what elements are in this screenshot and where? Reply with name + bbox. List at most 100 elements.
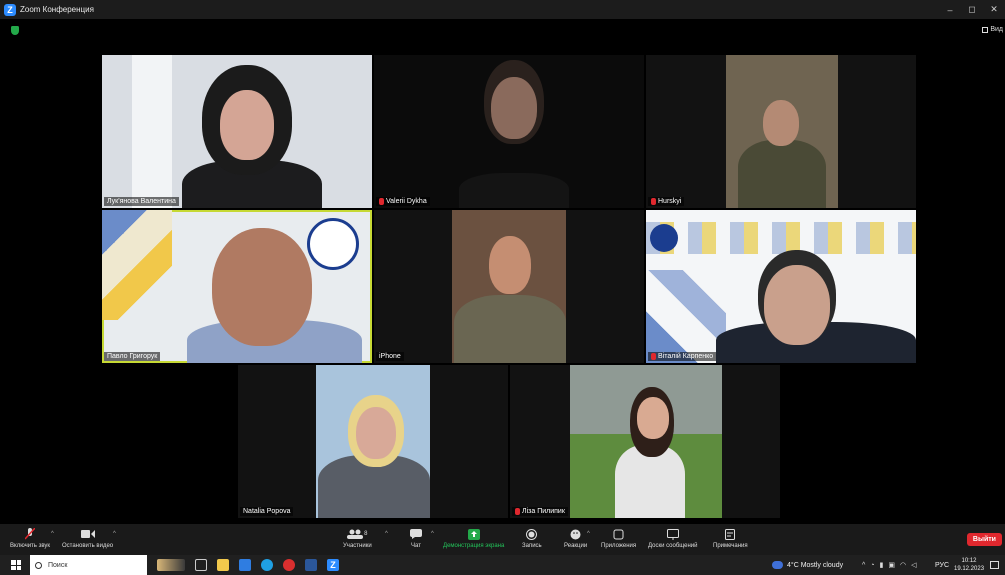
view-button[interactable]: Вид [982, 26, 1003, 33]
smiley-icon [570, 529, 581, 539]
notification-bubble-icon [990, 561, 999, 569]
share-screen-label: Демонстрация экрана [443, 543, 505, 549]
person-face [356, 407, 396, 459]
volume-icon[interactable]: ◁ [911, 561, 916, 569]
weather-text: 4°C Mostly cloudy [787, 561, 844, 569]
participants-label: Участники [343, 543, 372, 549]
unmute-label: Включить звук [10, 543, 51, 549]
word-icon[interactable] [305, 559, 317, 571]
encryption-shield-icon[interactable] [11, 26, 19, 35]
language-label: РУС [935, 561, 950, 569]
file-explorer-icon[interactable] [217, 559, 229, 571]
person-face [220, 90, 274, 160]
stop-video-label: Остановить видео [62, 543, 114, 549]
reactions-options-caret[interactable]: ^ [587, 531, 590, 537]
leave-button[interactable]: Выйти [966, 533, 1002, 546]
clock[interactable]: 10:12 19.12.2023 [954, 555, 984, 575]
banner-pattern [646, 222, 916, 254]
person-face [489, 236, 531, 294]
opera-browser-icon[interactable] [283, 559, 295, 571]
triangle-pattern [102, 210, 172, 320]
windows-start-icon[interactable] [11, 560, 21, 570]
weather-widget[interactable]: 4°C Mostly cloudy [772, 555, 843, 575]
video-tile[interactable]: Valerii Dykha [374, 55, 644, 208]
video-tile[interactable]: iPhone [374, 210, 644, 363]
search-icon [35, 561, 42, 569]
person-face [764, 265, 830, 345]
mail-icon[interactable] [239, 559, 251, 571]
battery-icon[interactable]: ▮ [880, 561, 884, 569]
zoom-taskbar-icon[interactable]: Z [327, 559, 339, 571]
clock-time: 10:12 [961, 558, 977, 564]
tray-expand-icon[interactable]: ^ [862, 562, 865, 569]
person-face [763, 100, 799, 146]
participant-name: Віталій Карпенко [648, 352, 717, 361]
participants-button[interactable]: 8 Участники [343, 528, 372, 549]
mic-muted-icon [651, 353, 656, 360]
taskbar-search[interactable]: Поиск [30, 555, 147, 575]
language-indicator[interactable]: РУС [935, 555, 949, 575]
participant-name: Hurskyi [648, 197, 685, 206]
grid-icon [982, 26, 989, 33]
maximize-button[interactable]: ◻ [961, 0, 983, 19]
unmute-button[interactable]: Включить звук [10, 528, 50, 549]
taskbar-widget-thumbnail[interactable] [157, 559, 185, 571]
reactions-label: Реакции [564, 543, 588, 549]
clock-date: 19.12.2023 [954, 566, 985, 572]
apps-icon [613, 529, 624, 539]
apps-label: Приложения [601, 543, 637, 549]
participant-name: Natalia Popova [240, 507, 294, 516]
video-tile[interactable]: Natalia Popova [238, 365, 508, 518]
whiteboards-button[interactable]: Доски сообщений [648, 528, 698, 549]
cloudy-weather-icon [772, 561, 783, 569]
display-icon[interactable]: ▣ [888, 561, 895, 569]
person-face [637, 397, 669, 439]
video-tile[interactable]: Hurskyi [646, 55, 916, 208]
reactions-button[interactable]: Реакции [564, 528, 587, 549]
participant-name: Ліза Пилипик [512, 507, 568, 516]
participants-icon [347, 529, 364, 539]
person-body [454, 295, 566, 363]
edge-browser-icon[interactable] [261, 559, 273, 571]
chat-icon [410, 529, 422, 539]
triangle-pattern [646, 270, 726, 363]
participants-options-caret[interactable]: ^ [385, 531, 388, 537]
video-tile[interactable]: Лук'янова Валентина [102, 55, 372, 208]
search-placeholder: Поиск [48, 561, 68, 569]
person-face [491, 77, 537, 139]
chat-button[interactable]: Чат [410, 528, 422, 549]
notes-button[interactable]: Примечания [713, 528, 748, 549]
window-title: Zoom Конференция [20, 5, 94, 14]
wifi-icon[interactable]: ◠ [900, 561, 906, 569]
share-screen-icon [467, 528, 480, 540]
video-options-caret[interactable]: ^ [113, 531, 116, 537]
record-label: Запись [522, 543, 542, 549]
participant-name: Valerii Dykha [376, 197, 430, 206]
chat-options-caret[interactable]: ^ [431, 531, 434, 537]
chat-label: Чат [411, 543, 421, 549]
task-view-icon[interactable] [195, 559, 207, 571]
close-button[interactable]: ✕ [983, 0, 1005, 19]
participants-count: 8 [364, 531, 368, 537]
stop-video-button[interactable]: Остановить видео [62, 528, 113, 549]
apps-button[interactable]: Приложения [601, 528, 636, 549]
audio-options-caret[interactable]: ^ [51, 531, 54, 537]
system-tray: ^ ◔ ▮ ▣ ◠ ◁ [862, 555, 917, 575]
video-tile[interactable]: Віталій Карпенко [646, 210, 916, 363]
participant-name: Лук'янова Валентина [104, 197, 179, 206]
record-button[interactable]: Запись [522, 528, 542, 549]
minimize-button[interactable]: – [939, 0, 961, 19]
share-screen-button[interactable]: Демонстрация экрана [443, 528, 504, 549]
zoom-logo-icon: Z [4, 3, 16, 16]
video-tile[interactable]: Ліза Пилипик [510, 365, 780, 518]
notifications-icon[interactable] [990, 555, 999, 575]
mic-muted-icon [25, 528, 35, 540]
participant-name: Павло Григорук [104, 352, 161, 361]
participant-name: iPhone [376, 352, 404, 361]
whiteboards-label: Доски сообщений [648, 543, 698, 549]
network-icon[interactable]: ◔ [870, 562, 874, 569]
person-body [738, 140, 826, 208]
video-tile-active-speaker[interactable]: Павло Григорук [102, 210, 372, 363]
mic-muted-icon [651, 198, 656, 205]
window-background [132, 55, 172, 208]
